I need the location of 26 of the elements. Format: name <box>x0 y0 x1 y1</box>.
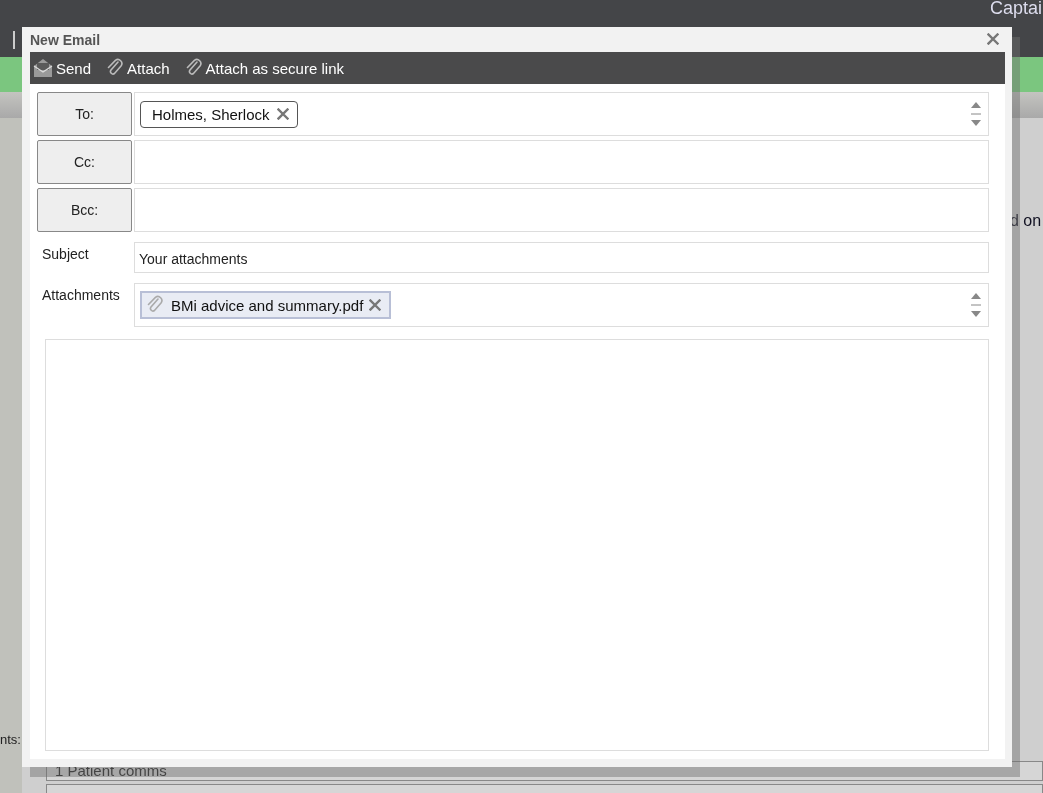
recipient-button[interactable]: Bcc: <box>37 188 132 232</box>
window-title: New Email <box>30 31 101 48</box>
paperclip-icon <box>145 295 165 315</box>
recipient-field[interactable]: Holmes, Sherlock <box>134 92 989 136</box>
recipient-field[interactable] <box>134 140 989 184</box>
subject-field[interactable]: Your attachments <box>134 242 989 273</box>
scroll-arrows-icon[interactable] <box>970 100 982 128</box>
envelope-icon <box>32 58 54 78</box>
toolbar-button[interactable]: Attach as secure link <box>183 58 344 78</box>
recipient-button[interactable]: To: <box>37 92 132 136</box>
subject-label: Subject <box>41 245 90 262</box>
remove-icon[interactable] <box>987 32 999 45</box>
paperclip-icon <box>105 58 126 78</box>
recipient-field[interactable] <box>134 188 989 232</box>
attachments-label: Attachments <box>41 286 121 303</box>
remove-icon[interactable] <box>369 299 382 311</box>
recipient-chip[interactable]: Holmes, Sherlock <box>140 100 298 128</box>
remove-icon[interactable] <box>276 108 289 120</box>
recipient-button[interactable]: Cc: <box>37 140 132 184</box>
toolbar-button[interactable]: Send <box>32 58 92 78</box>
scroll-arrows-icon[interactable] <box>970 291 982 319</box>
attachment-chip[interactable]: BMi advice and summary.pdf <box>140 291 392 319</box>
header-text: Captai <box>990 0 1043 19</box>
field-label: nts: <box>0 732 21 747</box>
toolbar-button[interactable]: Attach <box>105 58 170 78</box>
attachments-field[interactable]: BMi advice and summary.pdf <box>134 283 989 327</box>
